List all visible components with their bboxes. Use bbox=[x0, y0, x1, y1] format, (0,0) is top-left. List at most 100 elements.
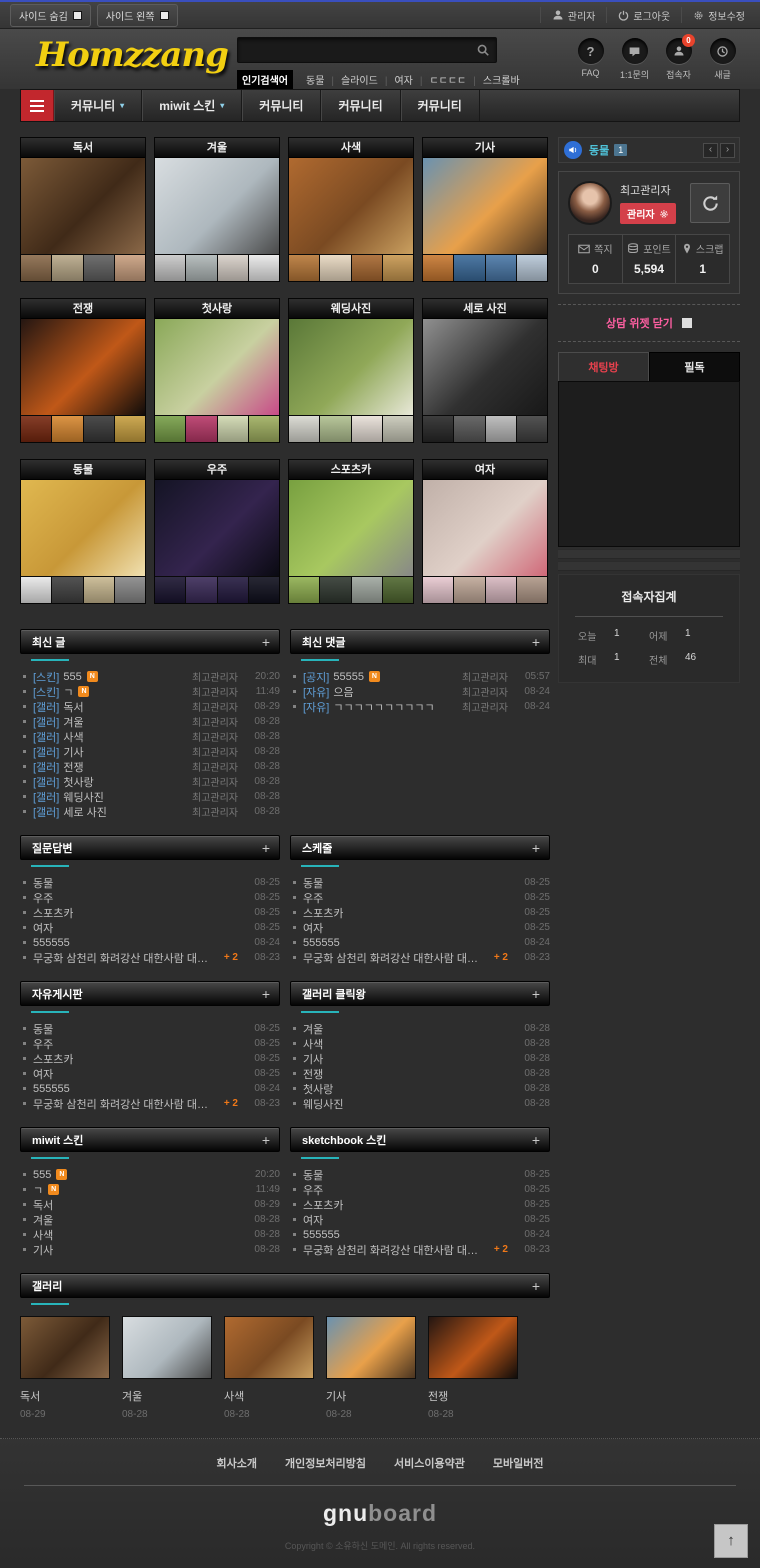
box-more-button[interactable]: + bbox=[532, 985, 540, 1003]
bottom-gallery-image[interactable] bbox=[428, 1316, 518, 1379]
profile-stat-쪽지[interactable]: 쪽지0 bbox=[569, 235, 622, 283]
list-item[interactable]: 여자08-25 bbox=[290, 920, 550, 935]
list-item[interactable]: 무궁화 삼천리 화려강산 대한사람 대한으로 길...+ 208-23 bbox=[290, 950, 550, 965]
gallery-card-title[interactable]: 사색 bbox=[289, 138, 413, 158]
list-item[interactable]: [갤러]세로 사진최고관리자08-28 bbox=[20, 804, 280, 819]
gallery-card-title[interactable]: 세로 사진 bbox=[423, 299, 547, 319]
list-item[interactable]: 555N20:20 bbox=[20, 1167, 280, 1182]
gallery-thumb[interactable] bbox=[218, 416, 248, 442]
bottom-gallery-item[interactable]: 사색08-28 bbox=[224, 1316, 314, 1420]
bottom-gallery-image[interactable] bbox=[20, 1316, 110, 1379]
list-item[interactable]: 55555508-24 bbox=[290, 1227, 550, 1242]
list-item[interactable]: [스킨]555N최고관리자20:20 bbox=[20, 669, 280, 684]
gallery-thumb[interactable] bbox=[186, 255, 216, 281]
list-item[interactable]: 무궁화 삼천리 화려강산 대한사람 대한으로 길...+ 208-23 bbox=[20, 1096, 280, 1111]
gallery-card-title[interactable]: 우주 bbox=[155, 460, 279, 480]
list-item[interactable]: 여자08-25 bbox=[290, 1212, 550, 1227]
gallery-thumb[interactable] bbox=[517, 255, 547, 281]
list-item[interactable]: [갤러]첫사랑최고관리자08-28 bbox=[20, 774, 280, 789]
list-item[interactable]: 독서08-29 bbox=[20, 1197, 280, 1212]
gallery-card-title[interactable]: 동물 bbox=[21, 460, 145, 480]
nav-item-커뮤니티[interactable]: 커뮤니티 bbox=[321, 90, 400, 121]
gallery-card-image[interactable] bbox=[289, 480, 413, 576]
list-item[interactable]: 기사08-28 bbox=[290, 1051, 550, 1066]
new-posts-button[interactable]: 새글 bbox=[705, 38, 740, 81]
list-item[interactable]: 스포츠카08-25 bbox=[20, 905, 280, 920]
list-item[interactable]: [갤러]겨울최고관리자08-28 bbox=[20, 714, 280, 729]
list-item[interactable]: 무궁화 삼천리 화려강산 대한사람 대한으로 길...+ 208-23 bbox=[20, 950, 280, 965]
popular-keyword-link[interactable]: 스크롤바 bbox=[476, 76, 527, 87]
gallery-card-image[interactable] bbox=[423, 158, 547, 254]
gallery-thumb[interactable] bbox=[454, 416, 484, 442]
list-item[interactable]: 첫사랑08-28 bbox=[290, 1081, 550, 1096]
list-item[interactable]: 동물08-25 bbox=[20, 875, 280, 890]
gallery-card-title[interactable]: 스포츠카 bbox=[289, 460, 413, 480]
list-item[interactable]: [갤러]독서최고관리자08-29 bbox=[20, 699, 280, 714]
side-hide-button[interactable]: 사이드 숨김 bbox=[10, 4, 91, 27]
popular-keyword-link[interactable]: 슬라이드 bbox=[334, 76, 385, 87]
gallery-card-image[interactable] bbox=[155, 158, 279, 254]
box-more-button[interactable]: + bbox=[262, 1131, 270, 1149]
gallery-thumb[interactable] bbox=[289, 577, 319, 603]
gallery-thumb[interactable] bbox=[383, 255, 413, 281]
box-more-button[interactable]: + bbox=[532, 1131, 540, 1149]
gallery-thumb[interactable] bbox=[320, 416, 350, 442]
gallery-thumb[interactable] bbox=[289, 416, 319, 442]
list-item[interactable]: 전쟁08-28 bbox=[290, 1066, 550, 1081]
gallery-card-title[interactable]: 첫사랑 bbox=[155, 299, 279, 319]
gallery-card-image[interactable] bbox=[21, 319, 145, 415]
gallery-thumb[interactable] bbox=[84, 577, 114, 603]
list-item[interactable]: 동물08-25 bbox=[290, 875, 550, 890]
gallery-thumb[interactable] bbox=[21, 416, 51, 442]
admin-link[interactable]: 관리자 bbox=[540, 7, 607, 23]
gallery-card-title[interactable]: 기사 bbox=[423, 138, 547, 158]
list-item[interactable]: [공지]55555N최고관리자05:57 bbox=[290, 669, 550, 684]
list-item[interactable]: 동물08-25 bbox=[290, 1167, 550, 1182]
gallery-thumb[interactable] bbox=[320, 577, 350, 603]
avatar[interactable] bbox=[568, 181, 612, 225]
gallery-thumb[interactable] bbox=[52, 416, 82, 442]
gallery-thumb[interactable] bbox=[249, 577, 279, 603]
notice-prev-button[interactable]: ‹ bbox=[703, 143, 718, 158]
gallery-thumb[interactable] bbox=[383, 416, 413, 442]
gallery-thumb[interactable] bbox=[52, 577, 82, 603]
gallery-thumb[interactable] bbox=[320, 255, 350, 281]
footer-link[interactable]: 회사소개 bbox=[217, 1455, 257, 1471]
list-item[interactable]: ㄱN11:49 bbox=[20, 1182, 280, 1197]
list-item[interactable]: 사색08-28 bbox=[20, 1227, 280, 1242]
gallery-thumb[interactable] bbox=[423, 577, 453, 603]
list-item[interactable]: 스포츠카08-25 bbox=[290, 1197, 550, 1212]
gallery-card-image[interactable] bbox=[155, 480, 279, 576]
list-item[interactable]: [자유]ㄱㄱㄱㄱㄱㄱㄱㄱㄱㄱ최고관리자08-24 bbox=[290, 699, 550, 714]
list-item[interactable]: 여자08-25 bbox=[20, 1066, 280, 1081]
faq-button[interactable]: ?FAQ bbox=[573, 38, 608, 81]
gallery-thumb[interactable] bbox=[84, 255, 114, 281]
search-input[interactable] bbox=[238, 38, 496, 62]
bottom-gallery-image[interactable] bbox=[326, 1316, 416, 1379]
edit-info-link[interactable]: 정보수정 bbox=[681, 7, 756, 23]
list-item[interactable]: 우주08-25 bbox=[20, 1036, 280, 1051]
gallery-thumb[interactable] bbox=[186, 577, 216, 603]
gallery-thumb[interactable] bbox=[218, 255, 248, 281]
footer-link[interactable]: 서비스이용약관 bbox=[394, 1455, 465, 1471]
list-item[interactable]: 우주08-25 bbox=[20, 890, 280, 905]
box-more-button[interactable]: + bbox=[532, 633, 540, 651]
box-more-button[interactable]: + bbox=[262, 839, 270, 857]
gallery-thumb[interactable] bbox=[249, 255, 279, 281]
bottom-gallery-item[interactable]: 겨울08-28 bbox=[122, 1316, 212, 1420]
gallery-thumb[interactable] bbox=[52, 255, 82, 281]
popular-keyword-link[interactable]: ㄷㄷㄷㄷ bbox=[422, 76, 473, 87]
tab-must-read[interactable]: 필독 bbox=[649, 352, 740, 381]
list-item[interactable]: 55555508-24 bbox=[20, 1081, 280, 1096]
list-item[interactable]: 겨울08-28 bbox=[20, 1212, 280, 1227]
box-more-button[interactable]: + bbox=[262, 985, 270, 1003]
checkbox-icon[interactable] bbox=[73, 11, 82, 20]
gallery-card-title[interactable]: 겨울 bbox=[155, 138, 279, 158]
search-icon[interactable] bbox=[476, 43, 490, 62]
side-left-button[interactable]: 사이드 왼쪽 bbox=[97, 4, 178, 27]
list-item[interactable]: 겨울08-28 bbox=[290, 1021, 550, 1036]
list-item[interactable]: 사색08-28 bbox=[290, 1036, 550, 1051]
gallery-thumb[interactable] bbox=[155, 416, 185, 442]
list-item[interactable]: [갤러]기사최고관리자08-28 bbox=[20, 744, 280, 759]
gallery-thumb[interactable] bbox=[517, 577, 547, 603]
